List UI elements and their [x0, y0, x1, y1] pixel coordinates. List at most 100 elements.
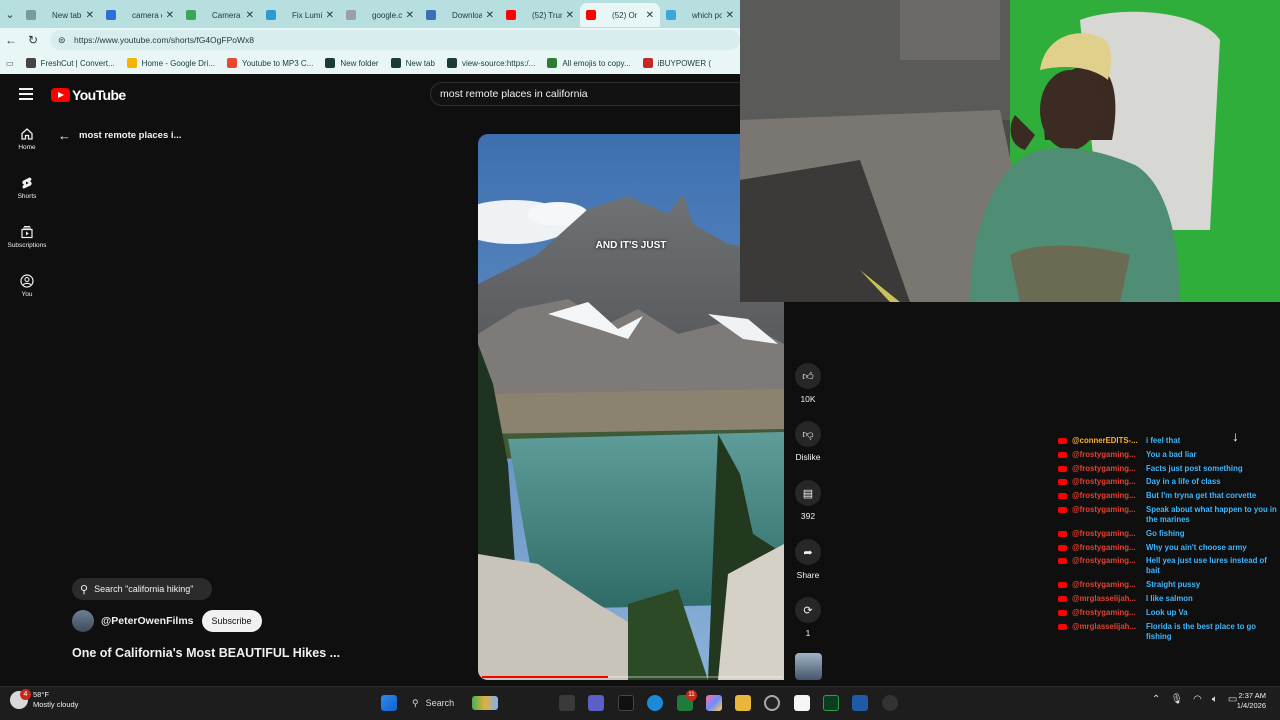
chat-text: Speak about what happen to you in the ma…: [1146, 504, 1277, 524]
bookmark-item[interactable]: FreshCut | Convert...: [20, 52, 121, 74]
close-tab-icon[interactable]: ✕: [726, 10, 734, 21]
comment-icon: ▤: [795, 480, 821, 506]
sidebar-item-you[interactable]: You: [4, 274, 50, 298]
comments-button[interactable]: ▤ 392: [788, 480, 828, 521]
video-progress-bar[interactable]: [482, 676, 782, 678]
taskbar-clock[interactable]: 2:37 AM 1/4/2026: [1226, 691, 1266, 711]
related-search-chip[interactable]: ⚲ Search "california hiking": [72, 578, 212, 600]
weather-alert-badge: 4: [20, 689, 31, 700]
4k-downloader-icon[interactable]: [882, 695, 898, 711]
weather-widget[interactable]: 4 58°F Mostly cloudy: [10, 689, 78, 710]
bookmark-item[interactable]: iBUYPOWER (: [637, 52, 717, 74]
youtube-badge-icon: [1058, 438, 1067, 444]
browser-tab[interactable]: google.com ✕: [340, 3, 420, 27]
reload-icon[interactable]: ↻: [22, 33, 44, 47]
bookmark-label: All emojis to copy...: [562, 58, 631, 68]
back-arrow-icon[interactable]: ←: [0, 33, 22, 47]
sidebar-toggle-icon[interactable]: ▭: [0, 52, 20, 74]
taskbar-search[interactable]: ⚲ Search: [404, 693, 514, 713]
screen: ⌄ New tab✕camera driv✕Camera dow✕Fix Lum…: [0, 0, 1280, 720]
browser-tab[interactable]: Camera dow ✕: [180, 3, 260, 27]
sidebar-item-subscriptions[interactable]: Subscriptions: [4, 225, 50, 249]
wifi-icon[interactable]: ◠: [1193, 694, 1202, 705]
browser-tab[interactable]: (52) Or ✕: [580, 3, 660, 27]
close-tab-icon[interactable]: ✕: [406, 10, 414, 21]
menu-icon[interactable]: [19, 88, 33, 100]
close-tab-icon[interactable]: ✕: [166, 10, 174, 21]
sidebar-item-home[interactable]: Home: [4, 127, 50, 151]
xbox-icon[interactable]: 11: [677, 690, 697, 711]
browser-tab[interactable]: (52) Trump ✕: [500, 3, 580, 27]
bookmark-item[interactable]: view-source:https:/...: [441, 52, 541, 74]
bookmark-label: Home - Google Dri...: [141, 58, 216, 68]
youtube-search-input[interactable]: most remote places in california: [430, 82, 740, 106]
obs-icon[interactable]: [764, 695, 780, 711]
bookmark-item[interactable]: Home - Google Dri...: [121, 52, 221, 74]
share-button[interactable]: ➦ Share: [788, 539, 828, 580]
copilot-icon[interactable]: [706, 695, 722, 711]
windows-start-icon[interactable]: [381, 695, 397, 711]
bookmark-label: New tab: [405, 58, 435, 68]
comment-count: 392: [800, 511, 816, 521]
subscribe-button[interactable]: Subscribe: [201, 610, 262, 632]
youtube-badge-icon: [1058, 479, 1067, 486]
task-view-icon[interactable]: [559, 695, 575, 711]
browser-tab[interactable]: Fix Lumix G ✕: [260, 3, 340, 27]
bookmark-item[interactable]: Youtube to MP3 C...: [221, 52, 319, 74]
chat-text: Look up Va: [1146, 607, 1188, 617]
youtube-badge-icon: [1058, 530, 1067, 537]
tab-label: which police: [692, 10, 722, 20]
windows-taskbar: [0, 686, 1280, 720]
shorts-back-link[interactable]: ← most remote places i...: [58, 128, 181, 143]
channel-name[interactable]: @PeterOwenFilms: [101, 615, 194, 627]
bookmark-label: Youtube to MP3 C...: [242, 58, 314, 68]
back-query-label: most remote places i...: [79, 130, 182, 141]
tiktok-icon[interactable]: [618, 695, 634, 711]
app-icon-green[interactable]: [823, 695, 839, 711]
dislike-button[interactable]: 👎︎ Dislike: [788, 421, 828, 462]
video-title[interactable]: One of California's Most BEAUTIFUL Hikes…: [72, 646, 340, 660]
channel-avatar[interactable]: [72, 610, 94, 632]
close-tab-icon[interactable]: ✕: [646, 10, 654, 21]
teams-icon[interactable]: [588, 695, 604, 711]
app-icon-blue[interactable]: [852, 695, 868, 711]
browser-tab[interactable]: Download ✕: [420, 3, 500, 27]
chat-message: @frostygaming... Day in a life of class: [1058, 477, 1280, 487]
close-tab-icon[interactable]: ✕: [86, 10, 94, 21]
sidebar-item-shorts[interactable]: Shorts: [4, 176, 50, 200]
bookmark-item[interactable]: New folder: [319, 52, 384, 74]
chat-username: @frostygaming...: [1072, 580, 1136, 590]
close-tab-icon[interactable]: ✕: [246, 10, 254, 21]
url-field[interactable]: ⊜ https://www.youtube.com/shorts/fG4OgFP…: [50, 30, 740, 50]
browser-tab[interactable]: camera driv ✕: [100, 3, 180, 27]
browser-tab[interactable]: New tab ✕: [20, 3, 100, 27]
volume-icon[interactable]: 🔈︎: [1212, 694, 1218, 705]
notepad-icon[interactable]: [794, 695, 810, 711]
chat-username: @frostygaming...: [1072, 504, 1136, 514]
audio-source-thumbnail[interactable]: [795, 653, 822, 680]
file-explorer-icon[interactable]: [735, 695, 751, 711]
tab-favicon-icon: [426, 10, 436, 20]
bookmark-favicon-icon: [126, 58, 137, 68]
chat-message: @frostygaming... Hell yea just use lures …: [1058, 556, 1280, 576]
youtube-badge-icon: [1058, 465, 1067, 472]
remix-button[interactable]: ⟳ 1: [788, 597, 828, 638]
tray-chevron-icon[interactable]: ⌃: [1152, 694, 1160, 705]
bookmark-favicon-icon: [227, 58, 238, 68]
site-info-icon[interactable]: ⊜: [58, 35, 68, 46]
youtube-logo[interactable]: YouTube: [51, 87, 126, 103]
chat-text: Go fishing: [1146, 528, 1185, 538]
bookmark-label: iBUYPOWER (: [657, 58, 711, 68]
close-tab-icon[interactable]: ✕: [486, 10, 494, 21]
search-query-text: most remote places in california: [440, 88, 588, 100]
bookmark-item[interactable]: New tab: [385, 52, 441, 74]
close-tab-icon[interactable]: ✕: [326, 10, 334, 21]
edge-icon[interactable]: [647, 695, 663, 711]
browser-tab[interactable]: which police ✕: [660, 3, 740, 27]
shorts-video-player[interactable]: [478, 134, 784, 680]
like-button[interactable]: 👍︎ 10K: [788, 363, 828, 404]
tab-search-chevron-icon[interactable]: ⌄: [0, 0, 20, 28]
microphone-icon[interactable]: 🎙︎: [1170, 694, 1183, 705]
bookmark-item[interactable]: All emojis to copy...: [541, 52, 636, 74]
close-tab-icon[interactable]: ✕: [566, 10, 574, 21]
